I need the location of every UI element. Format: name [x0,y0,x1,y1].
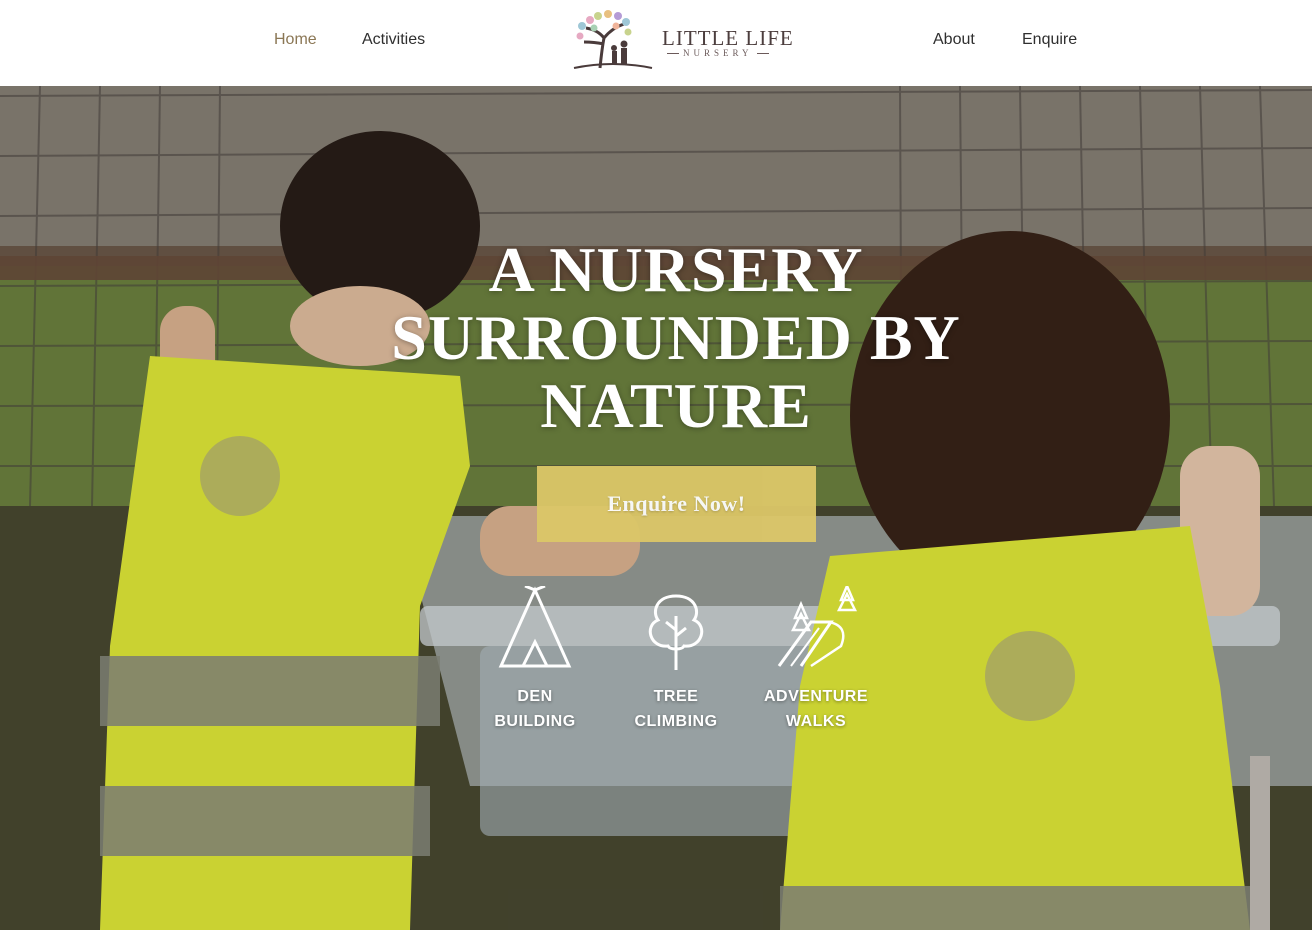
feature-label-line: BUILDING [494,713,576,730]
hero-title-line: SURROUNDED BY [391,302,961,373]
nav-home[interactable]: Home [274,31,317,49]
feature-label-line: CLIMBING [634,713,718,730]
feature-den-building: DEN BUILDING [465,586,605,734]
feature-label-line: WALKS [785,713,847,730]
feature-label: DEN BUILDING [465,684,605,734]
path-pines-icon [777,586,858,668]
hero-section: A NURSERY SURROUNDED BY NATURE Enquire N… [0,86,1312,930]
hero-title: A NURSERY SURROUNDED BY NATURE [300,236,1052,440]
feature-label: TREE CLIMBING [606,684,746,734]
tepee-icon [498,586,572,668]
enquire-now-button[interactable]: Enquire Now! [537,466,816,542]
feature-tree-climbing: TREE CLIMBING [606,586,746,734]
nav-about[interactable]: About [933,31,975,49]
site-header: Home Activities LITTLE LIFE NURSERY Abou… [0,0,1312,86]
feature-label: ADVENTURE WALKS [746,684,886,734]
hero-title-line: NATURE [540,370,812,441]
tree-icon [648,594,704,670]
hero-title-line: A NURSERY [488,234,864,305]
site-logo[interactable]: LITTLE LIFE NURSERY [568,8,793,74]
tree-family-logo-icon [573,10,653,69]
feature-adventure-walks: ADVENTURE WALKS [746,586,886,734]
nav-enquire[interactable]: Enquire [1022,31,1077,49]
feature-label-line: ADVENTURE [763,688,869,705]
nav-activities[interactable]: Activities [362,31,425,49]
logo-sub: NURSERY [663,48,773,58]
feature-label-line: DEN [517,688,553,705]
feature-label-line: TREE [653,688,699,705]
